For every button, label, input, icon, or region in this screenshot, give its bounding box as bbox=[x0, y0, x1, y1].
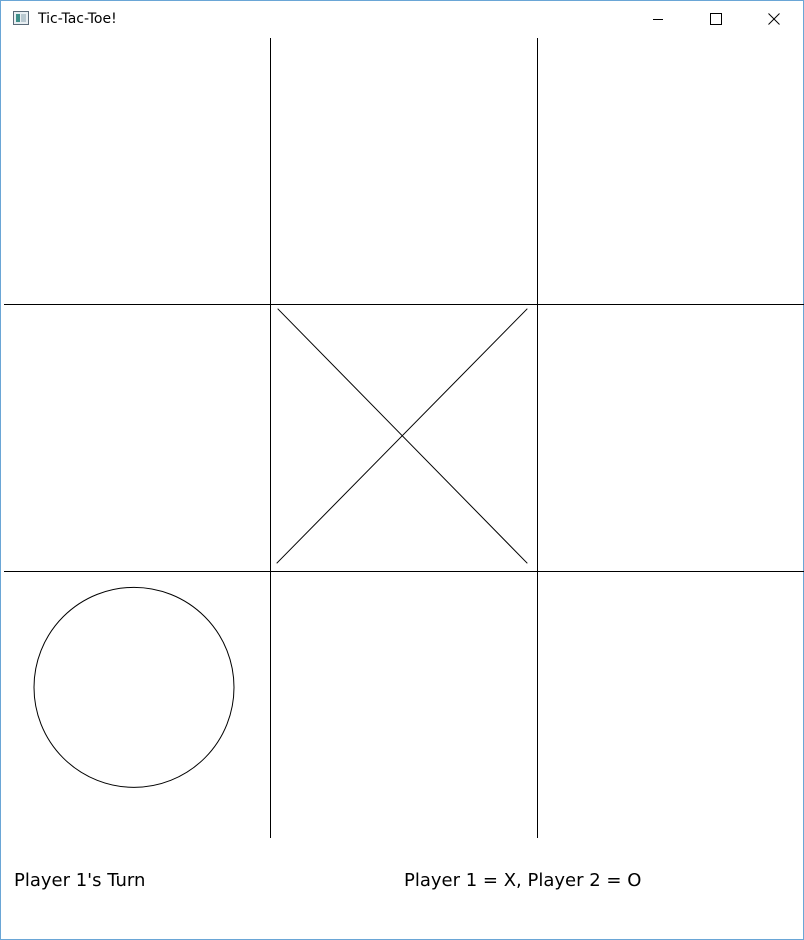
board-cell-1-0[interactable] bbox=[5, 306, 270, 571]
board-cell-2-0-o[interactable] bbox=[5, 572, 270, 837]
turn-indicator: Player 1's Turn bbox=[14, 870, 146, 891]
minimize-icon bbox=[653, 19, 663, 20]
window-title: Tic-Tac-Toe! bbox=[38, 11, 117, 27]
player-legend: Player 1 = X, Player 2 = O bbox=[404, 870, 642, 891]
app-window-icon bbox=[13, 11, 29, 25]
title-bar[interactable]: Tic-Tac-Toe! bbox=[1, 1, 803, 37]
board-cell-0-2[interactable] bbox=[538, 39, 803, 304]
close-icon bbox=[768, 13, 780, 25]
board-cell-1-1-x[interactable] bbox=[272, 306, 537, 571]
minimize-button[interactable] bbox=[629, 1, 687, 37]
board-cell-2-1[interactable] bbox=[272, 572, 537, 837]
board-cell-0-1[interactable] bbox=[272, 39, 537, 304]
maximize-icon bbox=[710, 13, 722, 25]
game-board[interactable] bbox=[4, 38, 804, 838]
maximize-button[interactable] bbox=[687, 1, 745, 37]
board-cell-0-0[interactable] bbox=[5, 39, 270, 304]
close-button[interactable] bbox=[745, 1, 803, 37]
board-cell-2-2[interactable] bbox=[538, 572, 803, 837]
game-window: Tic-Tac-Toe! Player 1's Turn Player 1 = … bbox=[0, 0, 804, 940]
board-cell-1-2[interactable] bbox=[538, 306, 803, 571]
